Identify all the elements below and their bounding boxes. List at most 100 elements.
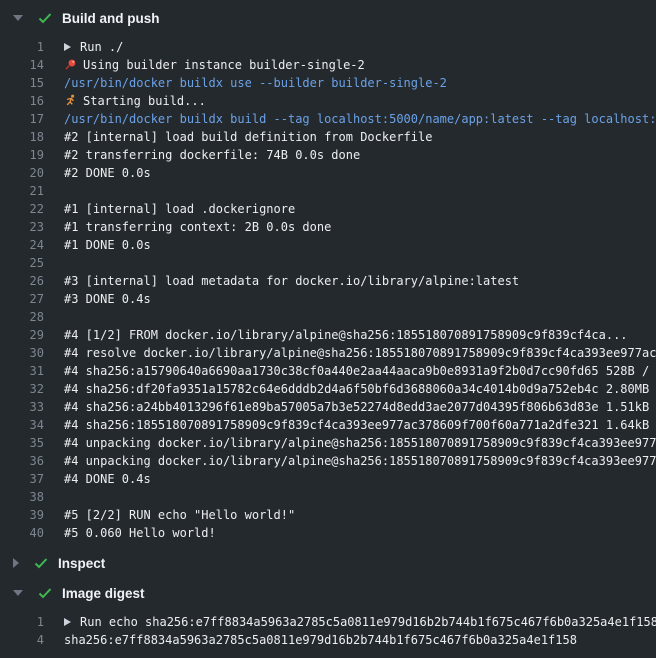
log-text: #5 [2/2] RUN echo "Hello world!" (64, 506, 295, 524)
chevron-right-icon (13, 558, 19, 568)
log-text: #2 DONE 0.0s (64, 164, 151, 182)
line-number[interactable]: 24 (0, 236, 44, 254)
section-title: Build and push (62, 11, 160, 26)
log-text: #3 DONE 0.4s (64, 290, 151, 308)
line-number[interactable]: 25 (0, 254, 44, 272)
log-text: #4 DONE 0.4s (64, 470, 151, 488)
line-number[interactable]: 20 (0, 164, 44, 182)
chevron-down-icon (13, 590, 23, 596)
log-text: #5 0.060 Hello world! (64, 524, 216, 542)
log-text: #2 transferring dockerfile: 74B 0.0s don… (64, 146, 360, 164)
runner-icon (64, 94, 77, 107)
log-line: 32 #4 sha256:df20fa9351a15782c64e6dddb2d4… (0, 380, 656, 398)
log-text: #1 DONE 0.0s (64, 236, 151, 254)
line-number[interactable]: 28 (0, 308, 44, 326)
log-line: 23 #1 transferring context: 2B 0.0s done (0, 218, 656, 236)
log-line: 27 #3 DONE 0.4s (0, 290, 656, 308)
section-body: 1 Run echo sha256:e7ff8834a5963a2785c5a08… (0, 608, 656, 655)
log-text: #4 [1/2] FROM docker.io/library/alpine@s… (64, 326, 628, 344)
log-line: 4sha256:e7ff8834a5963a2785c5a0811e979d16… (0, 631, 656, 649)
log-line: 29 #4 [1/2] FROM docker.io/library/alpine… (0, 326, 656, 344)
log-line: 19 #2 transferring dockerfile: 74B 0.0s d… (0, 146, 656, 164)
line-number[interactable]: 22 (0, 200, 44, 218)
line-number[interactable]: 40 (0, 524, 44, 542)
log-line: 35 #4 unpacking docker.io/library/alpine@… (0, 434, 656, 452)
expand-toggle-icon[interactable] (64, 618, 71, 626)
log-text: #4 sha256:185518070891758909c9f839cf4ca3… (64, 416, 656, 434)
line-number[interactable]: 1 (0, 38, 44, 56)
log-line: 26#3 [internal] load metadata for docker… (0, 272, 656, 290)
line-number[interactable]: 18 (0, 128, 44, 146)
log-section-build-and-push: Build and push 1 Run ./ 14 Using builder in… (0, 3, 656, 548)
log-section-inspect: Inspect (0, 548, 656, 578)
log-text: #4 unpacking docker.io/library/alpine@sh… (64, 452, 656, 470)
log-line: 16 Starting build... (0, 92, 656, 110)
log-text: Starting build... (64, 92, 206, 110)
check-icon (33, 555, 49, 571)
line-number[interactable]: 37 (0, 470, 44, 488)
check-icon (37, 585, 53, 601)
section-body: 1 Run ./ 14 Using builder instance builder-… (0, 33, 656, 548)
section-title: Inspect (58, 556, 105, 571)
line-number[interactable]: 14 (0, 56, 44, 74)
line-number[interactable]: 23 (0, 218, 44, 236)
line-number[interactable]: 26 (0, 272, 44, 290)
log-line: 36 #4 unpacking docker.io/library/alpine@… (0, 452, 656, 470)
log-text: #4 unpacking docker.io/library/alpine@sh… (64, 434, 656, 452)
pushpin-icon (64, 58, 77, 71)
section-title: Image digest (62, 586, 145, 601)
log-line: 24 #1 DONE 0.0s (0, 236, 656, 254)
log-line: 1 Run ./ (0, 38, 656, 56)
line-number[interactable]: 21 (0, 182, 44, 200)
line-number[interactable]: 31 (0, 362, 44, 380)
log-line: 1 Run echo sha256:e7ff8834a5963a2785c5a08… (0, 613, 656, 631)
line-number[interactable]: 32 (0, 380, 44, 398)
log-line: 39 #5 [2/2] RUN echo "Hello world!" (0, 506, 656, 524)
check-icon (37, 10, 53, 26)
line-number[interactable]: 29 (0, 326, 44, 344)
line-number[interactable]: 34 (0, 416, 44, 434)
section-header-image-digest[interactable]: Image digest (0, 578, 656, 608)
section-header-build-and-push[interactable]: Build and push (0, 3, 656, 33)
line-number[interactable]: 39 (0, 506, 44, 524)
log-line: 28 (0, 308, 656, 326)
line-number[interactable]: 30 (0, 344, 44, 362)
log-text: Run echo sha256:e7ff8834a5963a2785c5a081… (64, 613, 656, 631)
section-header-inspect[interactable]: Inspect (0, 548, 656, 578)
log-text: Using builder instance builder-single-2 (64, 56, 365, 74)
line-number[interactable]: 16 (0, 92, 44, 110)
line-number[interactable]: 4 (0, 631, 44, 649)
log-text: #1 transferring context: 2B 0.0s done (64, 218, 331, 236)
log-text: #4 resolve docker.io/library/alpine@sha2… (64, 344, 656, 362)
line-number[interactable]: 38 (0, 488, 44, 506)
log-line: 22#1 [internal] load .dockerignore (0, 200, 656, 218)
log-line: 21 (0, 182, 656, 200)
line-number[interactable]: 33 (0, 398, 44, 416)
log-line: 14 Using builder instance builder-single-… (0, 56, 656, 74)
line-number[interactable]: 27 (0, 290, 44, 308)
log-line: 31 #4 sha256:a15790640a6690aa1730c38cf0a4… (0, 362, 656, 380)
chevron-down-icon (13, 15, 23, 21)
expand-toggle-icon[interactable] (64, 43, 71, 51)
line-number[interactable]: 35 (0, 434, 44, 452)
line-number[interactable]: 17 (0, 110, 44, 128)
log-line: 18 #2 [internal] load build definition fr… (0, 128, 656, 146)
log-text: Run ./ (64, 38, 123, 56)
log-text: #2 [internal] load build definition from… (64, 128, 432, 146)
line-number[interactable]: 15 (0, 74, 44, 92)
line-number[interactable]: 36 (0, 452, 44, 470)
log-text: #4 sha256:a24bb4013296f61e89ba57005a7b3e… (64, 398, 656, 416)
log-line: 17/usr/bin/docker buildx build --tag loc… (0, 110, 656, 128)
log-text: /usr/bin/docker buildx build --tag local… (64, 110, 656, 128)
log-line: 40 #5 0.060 Hello world! (0, 524, 656, 542)
log-text: #4 sha256:a15790640a6690aa1730c38cf0a440… (64, 362, 656, 380)
log-line: 33 #4 sha256:a24bb4013296f61e89ba57005a7b… (0, 398, 656, 416)
log-line: 25 (0, 254, 656, 272)
log-line: 34 #4 sha256:185518070891758909c9f839cf4c… (0, 416, 656, 434)
log-line: 20 #2 DONE 0.0s (0, 164, 656, 182)
line-number[interactable]: 19 (0, 146, 44, 164)
log-line: 37 #4 DONE 0.4s (0, 470, 656, 488)
log-text: #4 sha256:df20fa9351a15782c64e6dddb2d4a6… (64, 380, 656, 398)
log-text: /usr/bin/docker buildx use --builder bui… (64, 74, 447, 92)
line-number[interactable]: 1 (0, 613, 44, 631)
